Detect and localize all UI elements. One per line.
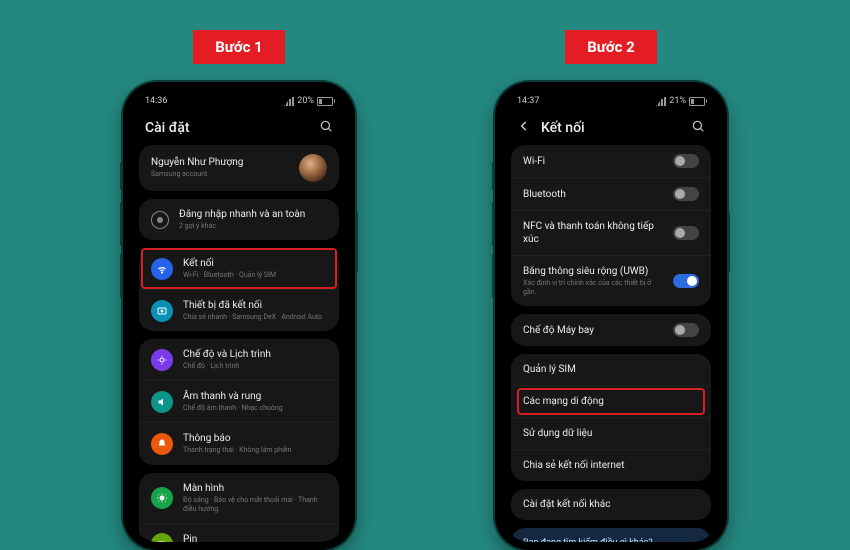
wifi-icon (151, 258, 173, 280)
connections-title: Kết nối (183, 257, 327, 270)
sound-icon (151, 391, 173, 413)
conn-item-sim[interactable]: Quản lý SIM (511, 354, 711, 385)
settings-item-connections[interactable]: Kết nối Wi-Fi · Bluetooth · Quản lý SIM (139, 248, 339, 289)
step-badge-2: Bước 2 (565, 30, 657, 64)
avatar[interactable] (299, 154, 327, 182)
search-icon[interactable] (319, 118, 333, 137)
step-2-wrapper: Bước 2 14:37 21% Kết nối (495, 30, 727, 550)
account-name: Nguyễn Như Phượng (151, 156, 289, 169)
phone-frame-2: 14:37 21% Kết nối Wi-Fi (495, 82, 727, 550)
battery-icon (689, 97, 705, 106)
status-time: 14:37 (517, 96, 539, 106)
battery-setting-icon (151, 533, 173, 542)
phone-frame-1: 14:36 20% Cài đặt Nguyễn Như Phượng (123, 82, 355, 550)
toggle-wifi[interactable] (673, 154, 699, 168)
toggle-nfc[interactable] (673, 226, 699, 240)
account-row[interactable]: Nguyễn Như Phượng Samsung account (139, 145, 339, 191)
conn-item-bluetooth[interactable]: Bluetooth (511, 177, 711, 210)
conn-item-share-internet[interactable]: Chia sẻ kết nối internet (511, 449, 711, 481)
connections-sub: Wi-Fi · Bluetooth · Quản lý SIM (183, 271, 327, 280)
quick-login-row[interactable]: Đăng nhập nhanh và an toàn 2 gợi ý khác (139, 199, 339, 240)
conn-item-mobile-networks[interactable]: Các mạng di động (511, 385, 711, 417)
toggle-bluetooth[interactable] (673, 187, 699, 201)
promo-title: Bạn đang tìm kiếm điều gì khác? (523, 538, 699, 542)
battery-text: 20% (297, 96, 314, 106)
devices-icon (151, 300, 173, 322)
settings-item-modes[interactable]: Chế độ và Lịch trình Chế độ · Lịch trình (139, 339, 339, 380)
account-sub: Samsung account (151, 170, 289, 179)
settings-item-sound[interactable]: Âm thanh và rung Chế độ âm thanh · Nhạc … (139, 380, 339, 422)
conn-item-nfc[interactable]: NFC và thanh toán không tiếp xúc (511, 210, 711, 255)
modes-icon (151, 349, 173, 371)
conn-item-wifi[interactable]: Wi-Fi (511, 145, 711, 177)
toggle-airplane[interactable] (673, 323, 699, 337)
battery-icon (317, 97, 333, 106)
settings-item-conn-devices[interactable]: Thiết bị đã kết nối Chia sẻ nhanh · Sams… (139, 289, 339, 331)
bell-icon (151, 433, 173, 455)
bulb-icon (151, 211, 169, 229)
page-header: Kết nối (503, 108, 719, 145)
back-button[interactable] (517, 118, 531, 137)
page-header: Cài đặt (131, 108, 347, 145)
search-icon[interactable] (691, 118, 705, 137)
conn-item-airplane[interactable]: Chế độ Máy bay (511, 314, 711, 346)
page-title: Cài đặt (145, 120, 319, 136)
status-time: 14:36 (145, 96, 167, 106)
step-badge-1: Bước 1 (193, 30, 285, 64)
conn-item-more[interactable]: Cài đặt kết nối khác (511, 489, 711, 520)
page-title: Kết nối (541, 120, 691, 136)
conn-item-uwb[interactable]: Băng thông siêu rộng (UWB) Xác định vị t… (511, 255, 711, 306)
step-1-wrapper: Bước 1 14:36 20% Cài đặt (123, 30, 355, 550)
status-right: 21% (655, 96, 705, 106)
settings-item-display[interactable]: Màn hình Độ sáng · Bảo vệ cho mắt thoải … (139, 473, 339, 523)
display-icon (151, 487, 173, 509)
quick-login-sub: 2 gợi ý khác (179, 222, 327, 231)
promo-card[interactable]: Bạn đang tìm kiếm điều gì khác? Samsung … (511, 528, 711, 542)
battery-text: 21% (669, 96, 686, 106)
settings-item-notif[interactable]: Thông báo Thanh trạng thái · Không làm p… (139, 422, 339, 464)
toggle-uwb[interactable] (673, 274, 699, 288)
status-right: 20% (283, 96, 333, 106)
conn-item-data-usage[interactable]: Sử dụng dữ liệu (511, 417, 711, 449)
settings-item-battery[interactable]: Pin Tiết kiệm pin · Sạc (139, 523, 339, 542)
quick-login-title: Đăng nhập nhanh và an toàn (179, 208, 327, 221)
